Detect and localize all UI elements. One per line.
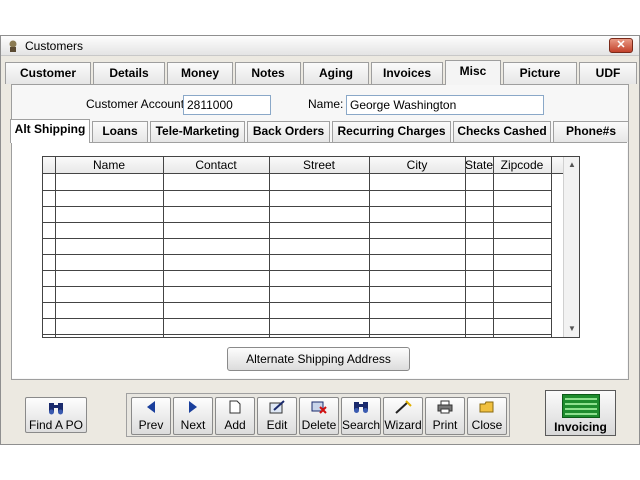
grid-vertical-scrollbar[interactable]: ▲ ▼	[563, 157, 579, 337]
col-header-city[interactable]: City	[369, 157, 465, 174]
tab-aging[interactable]: Aging	[303, 62, 369, 84]
tab-checks-cashed[interactable]: Checks Cashed	[453, 121, 551, 142]
prev-label: Prev	[138, 418, 164, 432]
tab-misc[interactable]: Misc	[445, 60, 501, 85]
grid-column-divider	[465, 157, 466, 337]
customer-account-label: Customer Account:	[86, 97, 188, 111]
sub-tab-bar: Alt Shipping Loans Tele-Marketing Back O…	[10, 119, 629, 143]
print-button[interactable]: Print	[425, 397, 465, 435]
tab-money[interactable]: Money	[167, 62, 233, 84]
tab-invoices[interactable]: Invoices	[371, 62, 443, 84]
alt-shipping-grid[interactable]: Name Contact Street City State Zipcode ▲…	[42, 156, 580, 338]
print-label: Print	[432, 418, 458, 432]
window-title: Customers	[25, 39, 84, 53]
close-button[interactable]: Close	[467, 397, 507, 435]
grid-row-divider	[43, 254, 551, 255]
invoicing-button[interactable]: Invoicing	[545, 390, 616, 436]
grid-row-divider	[43, 222, 551, 223]
grid-row-divider	[43, 206, 551, 207]
add-button[interactable]: Add	[215, 397, 255, 435]
binoculars-icon	[342, 400, 380, 418]
prev-button[interactable]: Prev	[131, 397, 171, 435]
col-header-zipcode[interactable]: Zipcode	[493, 157, 551, 174]
edit-button[interactable]: Edit	[257, 397, 297, 435]
grid-row-divider	[43, 302, 551, 303]
binoculars-icon	[26, 400, 86, 418]
title-bar[interactable]: Customers ✕	[1, 36, 639, 56]
col-header-state[interactable]: State	[465, 157, 493, 174]
alternate-shipping-address-button[interactable]: Alternate Shipping Address	[227, 347, 410, 371]
grid-column-divider	[551, 157, 552, 337]
grid-row-divider	[43, 334, 551, 335]
add-label: Add	[224, 418, 246, 432]
tab-customer[interactable]: Customer	[5, 62, 91, 84]
name-label: Name:	[308, 97, 344, 111]
printer-icon	[426, 400, 464, 418]
delete-icon	[300, 400, 338, 418]
tab-recurring-charges[interactable]: Recurring Charges	[332, 121, 451, 142]
close-window-button[interactable]: ✕	[609, 38, 633, 53]
grid-row-divider	[43, 238, 551, 239]
grid-column-divider	[493, 157, 494, 337]
next-label: Next	[180, 418, 206, 432]
tab-phone-numbers[interactable]: Phone#s	[553, 121, 629, 142]
record-toolbar: Prev Next Add Edit Delete Search Wizard …	[126, 393, 510, 437]
col-header-name[interactable]: Name	[55, 157, 163, 174]
customer-account-field[interactable]: 2811000	[183, 95, 271, 115]
grid-row-divider	[43, 190, 551, 191]
wizard-label: Wizard	[384, 418, 422, 432]
grid-column-divider	[55, 157, 56, 337]
folder-icon	[468, 400, 506, 418]
tab-udf[interactable]: UDF	[579, 62, 637, 84]
invoicing-icon	[562, 394, 600, 418]
scroll-up-icon[interactable]: ▲	[564, 157, 580, 173]
grid-row-divider	[43, 318, 551, 319]
tab-alt-shipping[interactable]: Alt Shipping	[10, 119, 90, 143]
find-a-po-button[interactable]: Find A PO	[25, 397, 87, 433]
grid-column-divider	[163, 157, 164, 337]
grid-header: Name Contact Street City State Zipcode	[43, 157, 563, 174]
wand-icon	[384, 400, 422, 418]
edit-icon	[258, 400, 296, 418]
grid-row-divider	[43, 270, 551, 271]
grid-column-divider	[369, 157, 370, 337]
tab-back-orders[interactable]: Back Orders	[247, 121, 330, 142]
page-icon	[216, 400, 254, 418]
tab-loans[interactable]: Loans	[92, 121, 148, 142]
scroll-down-icon[interactable]: ▼	[564, 321, 580, 337]
delete-label: Delete	[301, 418, 337, 432]
col-header-contact[interactable]: Contact	[163, 157, 269, 174]
arrow-right-icon	[174, 400, 212, 418]
grid-row-divider	[43, 286, 551, 287]
wizard-button[interactable]: Wizard	[383, 397, 423, 435]
name-field[interactable]: George Washington	[346, 95, 544, 115]
search-label: Search	[342, 418, 381, 432]
delete-button[interactable]: Delete	[299, 397, 339, 435]
tab-picture[interactable]: Picture	[503, 62, 577, 84]
grid-column-divider	[269, 157, 270, 337]
close-label: Close	[471, 418, 503, 432]
invoicing-label: Invoicing	[554, 420, 607, 434]
edit-label: Edit	[266, 418, 288, 432]
app-icon	[9, 40, 17, 52]
find-a-po-label: Find A PO	[28, 418, 84, 432]
tab-notes[interactable]: Notes	[235, 62, 301, 84]
main-tab-bar: Customer Details Money Notes Aging Invoi…	[5, 60, 639, 85]
tab-details[interactable]: Details	[93, 62, 165, 84]
next-button[interactable]: Next	[173, 397, 213, 435]
col-header-street[interactable]: Street	[269, 157, 369, 174]
search-button[interactable]: Search	[341, 397, 381, 435]
arrow-left-icon	[132, 400, 170, 418]
tab-tele-marketing[interactable]: Tele-Marketing	[150, 121, 245, 142]
